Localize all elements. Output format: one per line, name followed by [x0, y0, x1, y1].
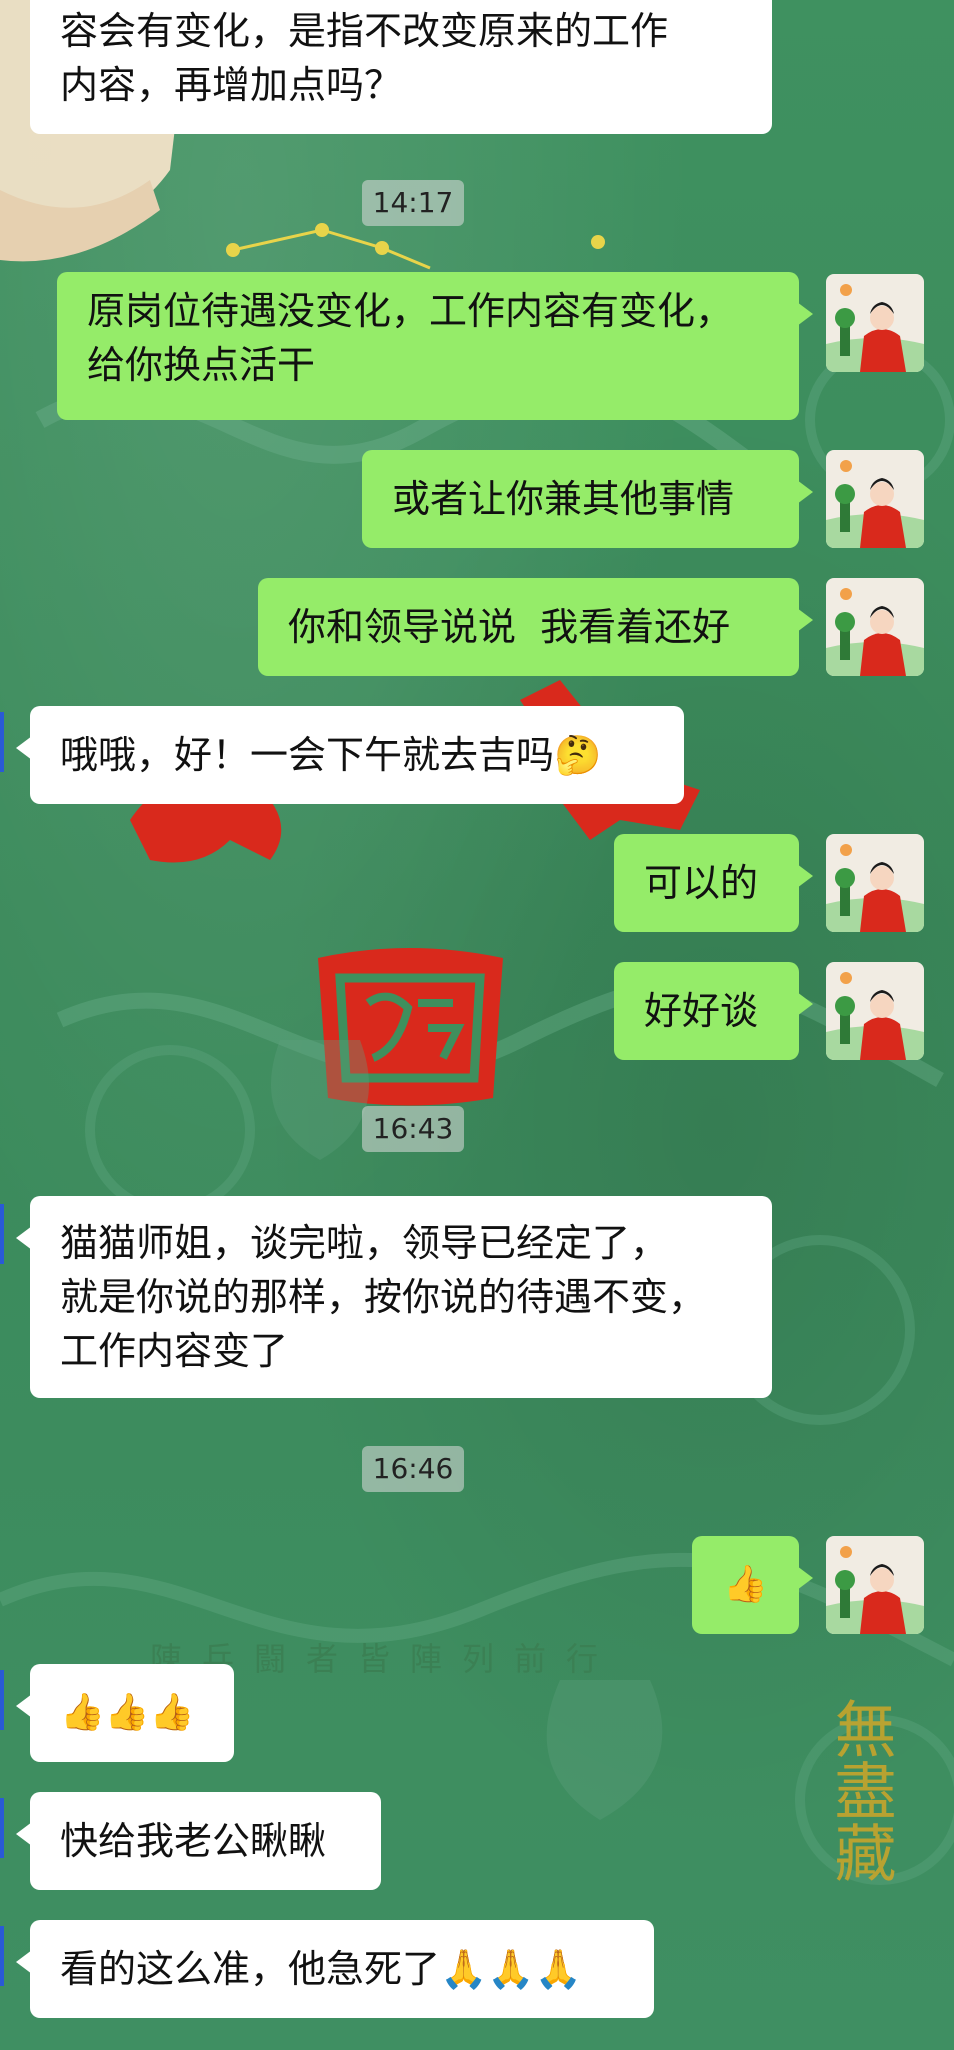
svg-text:無盡藏: 無盡藏 [824, 1697, 897, 1883]
bubble-tail [16, 1694, 32, 1718]
avatar[interactable] [826, 834, 924, 932]
message-bubble[interactable]: 可以的 [614, 834, 813, 932]
avatar[interactable] [826, 1536, 924, 1634]
bubble-tail [797, 480, 813, 504]
message-bubble[interactable]: 看的这么准，他急死了🙏🙏🙏 [16, 1920, 654, 2018]
message-bubble[interactable]: 你和领导说说 我看着还好 [258, 578, 813, 676]
message-text-line: 原岗位待遇没变化，工作内容有变化， [87, 289, 734, 333]
avatar-woman-red-hanfu-icon [826, 1536, 924, 1634]
message-bubble[interactable]: 快给我老公瞅瞅 [16, 1792, 381, 1890]
message-text-line: 你和领导说说 我看着还好 [288, 605, 731, 649]
avatar-woman-red-hanfu-icon [826, 834, 924, 932]
message-text-line: 好好谈 [644, 989, 759, 1033]
message-bubble[interactable]: 容会有变化，是指不改变原来的工作 内容，再增加点吗？ [30, 0, 772, 134]
bubble-tail [797, 992, 813, 1016]
bubble-tail [16, 1226, 32, 1250]
message-bubble[interactable]: 👍 [692, 1536, 813, 1634]
message-text-line: 看的这么准，他急死了🙏🙏🙏 [60, 1947, 582, 1991]
avatar-woman-red-hanfu-icon [826, 578, 924, 676]
bubble-tail [797, 608, 813, 632]
bubble-tail [16, 1950, 32, 1974]
avatar-woman-red-hanfu-icon [826, 274, 924, 372]
avatar[interactable] [826, 578, 924, 676]
avatar-woman-red-hanfu-icon [826, 962, 924, 1060]
thumbs-up-emoji: 👍 [723, 1564, 768, 1605]
bubble-tail [16, 1822, 32, 1846]
avatar-woman-red-hanfu-icon [826, 450, 924, 548]
message-bubble[interactable]: 哦哦，好！一会下午就去吉吗🤔 [16, 706, 684, 804]
left-edge-marker [0, 1798, 4, 1858]
message-text-line: 内容，再增加点吗？ [60, 63, 403, 107]
message-bubble[interactable]: 好好谈 [614, 962, 813, 1060]
left-edge-marker [0, 1926, 4, 1986]
avatar[interactable] [826, 450, 924, 548]
message-text-line: 快给我老公瞅瞅 [60, 1819, 327, 1863]
avatar[interactable] [826, 274, 924, 372]
message-text-line: 或者让你兼其他事情 [392, 477, 735, 521]
message-text-line: 容会有变化，是指不改变原来的工作 [60, 9, 669, 53]
bubble-tail [797, 864, 813, 888]
bubble-tail [797, 1566, 813, 1590]
timestamp: 16:46 [362, 1446, 464, 1492]
message-text-line: 给你换点活干 [87, 343, 316, 387]
timestamp: 14:17 [362, 180, 464, 226]
message-text-line: 工作内容变了 [60, 1329, 289, 1373]
message-bubble[interactable]: 猫猫师姐，谈完啦，领导已经定了， 就是你说的那样，按你说的待遇不变， 工作内容变… [16, 1196, 772, 1398]
message-text-line: 可以的 [644, 861, 759, 905]
left-edge-marker [0, 712, 4, 772]
message-bubble[interactable]: 或者让你兼其他事情 [362, 450, 813, 548]
message-bubble[interactable]: 原岗位待遇没变化，工作内容有变化， 给你换点活干 [57, 272, 813, 420]
timestamp: 16:43 [362, 1106, 464, 1152]
message-bubble[interactable]: 👍👍👍 [16, 1664, 234, 1762]
message-text-line: 哦哦，好！一会下午就去吉吗🤔 [60, 733, 602, 777]
message-text-line: 猫猫师姐，谈完啦，领导已经定了， [60, 1221, 669, 1265]
left-edge-marker [0, 1670, 4, 1730]
left-edge-marker [0, 1204, 4, 1264]
message-text-line: 就是你说的那样，按你说的待遇不变， [60, 1275, 707, 1319]
bubble-tail [797, 302, 813, 326]
bubble-tail [16, 736, 32, 760]
avatar[interactable] [826, 962, 924, 1060]
thumbs-up-emoji-group: 👍👍👍 [60, 1692, 195, 1733]
